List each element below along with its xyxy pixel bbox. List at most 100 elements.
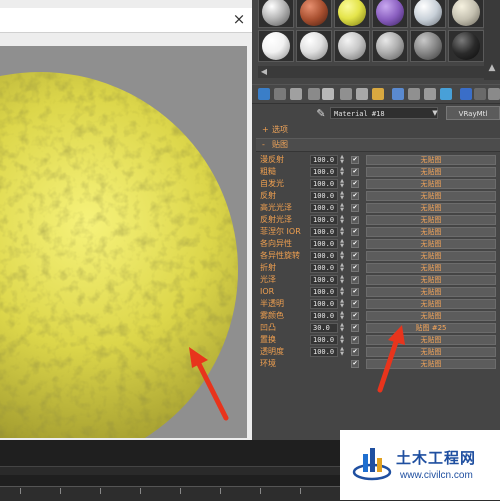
material-slot-9[interactable]	[334, 30, 370, 62]
map-amount-field[interactable]: 100.0	[310, 311, 338, 321]
map-slot-button[interactable]: 无贴图	[366, 215, 496, 225]
amount-spinner-icon[interactable]: ▲ ▼	[339, 251, 345, 261]
amount-spinner-icon[interactable]: ▲ ▼	[339, 335, 345, 345]
scroll-up-arrow-icon[interactable]: ▲	[486, 62, 498, 74]
map-slot-button[interactable]: 无贴图	[366, 191, 496, 201]
map-enable-checkbox[interactable]: ✔	[351, 156, 359, 164]
map-enable-checkbox[interactable]: ✔	[351, 192, 359, 200]
map-amount-field[interactable]: 100.0	[310, 347, 338, 357]
assign-material-icon[interactable]	[290, 88, 302, 100]
map-enable-checkbox[interactable]: ✔	[351, 252, 359, 260]
eyedropper-icon[interactable]: ✎	[314, 107, 328, 121]
material-slot-8[interactable]	[296, 30, 332, 62]
material-slot-4[interactable]	[372, 0, 408, 28]
map-enable-checkbox[interactable]: ✔	[351, 276, 359, 284]
show-map-icon[interactable]	[408, 88, 420, 100]
map-enable-checkbox[interactable]: ✔	[351, 180, 359, 188]
map-enable-checkbox[interactable]: ✔	[351, 312, 359, 320]
amount-spinner-icon[interactable]: ▲ ▼	[339, 155, 345, 165]
map-amount-field[interactable]: 100.0	[310, 263, 338, 273]
map-enable-checkbox[interactable]: ✔	[351, 264, 359, 272]
rollout-maps[interactable]: - 贴图	[256, 138, 500, 152]
map-enable-checkbox[interactable]: ✔	[351, 216, 359, 224]
amount-spinner-icon[interactable]: ▲ ▼	[339, 191, 345, 201]
material-slot-7[interactable]	[258, 30, 294, 62]
map-slot-button[interactable]: 无贴图	[366, 359, 496, 369]
map-enable-checkbox[interactable]: ✔	[351, 336, 359, 344]
map-amount-field[interactable]: 100.0	[310, 179, 338, 189]
map-enable-checkbox[interactable]: ✔	[351, 240, 359, 248]
amount-spinner-icon[interactable]: ▲ ▼	[339, 287, 345, 297]
scroll-left-arrow-icon[interactable]: ◀	[258, 66, 270, 78]
material-slot-12[interactable]	[448, 30, 484, 62]
material-name-dropdown-icon[interactable]: ▼	[430, 107, 440, 119]
map-slot-button[interactable]: 无贴图	[366, 155, 496, 165]
map-amount-field[interactable]: 100.0	[310, 299, 338, 309]
map-slot-button[interactable]: 无贴图	[366, 239, 496, 249]
go-to-parent-icon[interactable]	[440, 88, 452, 100]
map-slot-button[interactable]: 无贴图	[366, 167, 496, 177]
go-forward-icon[interactable]	[460, 88, 472, 100]
save-icon[interactable]	[392, 88, 404, 100]
map-enable-checkbox[interactable]: ✔	[351, 228, 359, 236]
map-amount-field[interactable]: 100.0	[310, 191, 338, 201]
map-amount-field[interactable]: 100.0	[310, 215, 338, 225]
put-to-scene-icon[interactable]	[274, 88, 286, 100]
map-enable-checkbox[interactable]: ✔	[351, 324, 359, 332]
rollout-options[interactable]: + 选项	[256, 124, 500, 134]
map-enable-checkbox[interactable]: ✔	[351, 168, 359, 176]
material-slot-2[interactable]	[296, 0, 332, 28]
map-slot-button[interactable]: 无贴图	[366, 275, 496, 285]
map-amount-field[interactable]: 100.0	[310, 275, 338, 285]
material-navigator-icon[interactable]	[488, 88, 500, 100]
map-slot-button[interactable]: 贴图 #25	[366, 323, 496, 333]
close-button[interactable]: ×	[230, 9, 248, 29]
get-material-icon[interactable]	[258, 88, 270, 100]
map-enable-checkbox[interactable]: ✔	[351, 204, 359, 212]
map-slot-button[interactable]: 无贴图	[366, 299, 496, 309]
amount-spinner-icon[interactable]: ▲ ▼	[339, 275, 345, 285]
map-slot-button[interactable]: 无贴图	[366, 347, 496, 357]
material-name-field[interactable]: Material #18	[330, 107, 438, 119]
amount-spinner-icon[interactable]: ▲ ▼	[339, 215, 345, 225]
material-id-icon[interactable]	[372, 88, 384, 100]
show-end-result-icon[interactable]	[424, 88, 436, 100]
material-slot-5[interactable]	[410, 0, 446, 28]
map-amount-field[interactable]: 100.0	[310, 167, 338, 177]
map-slot-button[interactable]: 无贴图	[366, 179, 496, 189]
material-slot-10[interactable]	[372, 30, 408, 62]
amount-spinner-icon[interactable]: ▲ ▼	[339, 179, 345, 189]
map-slot-button[interactable]: 无贴图	[366, 251, 496, 261]
amount-spinner-icon[interactable]: ▲ ▼	[339, 203, 345, 213]
map-amount-field[interactable]: 100.0	[310, 155, 338, 165]
amount-spinner-icon[interactable]: ▲ ▼	[339, 311, 345, 321]
amount-spinner-icon[interactable]: ▲ ▼	[339, 167, 345, 177]
map-slot-button[interactable]: 无贴图	[366, 287, 496, 297]
map-amount-field[interactable]: 100.0	[310, 239, 338, 249]
map-amount-field[interactable]: 30.0	[310, 323, 338, 333]
amount-spinner-icon[interactable]: ▲ ▼	[339, 347, 345, 357]
select-by-material-icon[interactable]	[474, 88, 486, 100]
map-amount-field[interactable]: 100.0	[310, 227, 338, 237]
map-amount-field[interactable]: 100.0	[310, 287, 338, 297]
map-enable-checkbox[interactable]: ✔	[351, 288, 359, 296]
map-amount-field[interactable]: 100.0	[310, 251, 338, 261]
make-unique-icon[interactable]	[340, 88, 352, 100]
swatch-horizontal-scrollbar[interactable]	[258, 66, 484, 78]
map-enable-checkbox[interactable]: ✔	[351, 348, 359, 356]
material-slot-6[interactable]	[448, 0, 484, 28]
map-enable-checkbox[interactable]: ✔	[351, 300, 359, 308]
map-slot-button[interactable]: 无贴图	[366, 227, 496, 237]
map-amount-field[interactable]: 100.0	[310, 335, 338, 345]
material-slot-3[interactable]	[334, 0, 370, 28]
material-slot-11[interactable]	[410, 30, 446, 62]
material-type-button[interactable]: VRayMtl	[446, 106, 500, 120]
amount-spinner-icon[interactable]: ▲ ▼	[339, 299, 345, 309]
map-slot-button[interactable]: 无贴图	[366, 335, 496, 345]
map-amount-field[interactable]: 100.0	[310, 203, 338, 213]
map-enable-checkbox[interactable]: ✔	[351, 360, 359, 368]
map-slot-button[interactable]: 无贴图	[366, 311, 496, 321]
amount-spinner-icon[interactable]: ▲ ▼	[339, 227, 345, 237]
reset-map-icon[interactable]	[308, 88, 320, 100]
map-slot-button[interactable]: 无贴图	[366, 203, 496, 213]
